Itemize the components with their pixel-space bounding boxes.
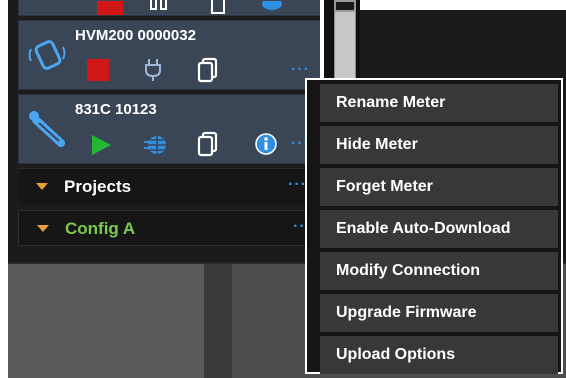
copy-icon[interactable] <box>197 57 219 83</box>
meter-context-menu: Rename Meter Hide Meter Forget Meter Ena… <box>305 78 563 374</box>
globe-icon[interactable] <box>143 133 169 157</box>
plug-icon[interactable] <box>149 0 171 15</box>
meter-card-partial[interactable] <box>18 0 320 16</box>
menu-item-modify-connection[interactable]: Modify Connection <box>320 252 558 290</box>
globe-icon[interactable] <box>261 1 283 15</box>
menu-item-forget-meter[interactable]: Forget Meter <box>320 168 558 206</box>
tree-item-label: Config A <box>65 219 136 238</box>
caret-down-icon[interactable] <box>37 225 49 232</box>
stop-icon[interactable] <box>87 59 109 81</box>
meter-card-hvm200[interactable]: HVM200 0000032 ··· <box>18 20 320 90</box>
play-icon[interactable] <box>89 133 113 157</box>
bottom-panel-left <box>8 262 204 378</box>
tree-item-config-a[interactable]: Config A ··· <box>18 210 318 246</box>
tree-item-projects[interactable]: Projects ··· <box>18 168 318 204</box>
bottom-panel-divider <box>204 262 232 378</box>
menu-item-upgrade-firmware[interactable]: Upgrade Firmware <box>320 294 558 332</box>
menu-item-enable-auto-download[interactable]: Enable Auto-Download <box>320 210 558 248</box>
meter-name: 831C 10123 <box>75 101 157 118</box>
scrollbar-cap <box>334 0 356 12</box>
menu-item-upload-options[interactable]: Upload Options <box>320 336 558 374</box>
menu-item-rename-meter[interactable]: Rename Meter <box>320 84 558 122</box>
meter-list-panel: HVM200 0000032 ··· 831C 10123 ··· Projec… <box>8 0 320 262</box>
sound-level-meter-icon <box>29 111 65 147</box>
plug-icon[interactable] <box>143 57 167 83</box>
menu-item-hide-meter[interactable]: Hide Meter <box>320 126 558 164</box>
vibration-meter-icon <box>28 40 66 70</box>
tree-item-label: Projects <box>64 177 132 196</box>
meter-card-831c[interactable]: 831C 10123 ··· <box>18 94 320 164</box>
stop-icon[interactable] <box>97 1 123 15</box>
caret-down-icon[interactable] <box>36 183 48 190</box>
meter-name: HVM200 0000032 <box>75 27 196 44</box>
more-options-dots[interactable]: ··· <box>291 61 310 79</box>
copy-icon[interactable] <box>209 0 227 15</box>
info-icon[interactable] <box>255 133 277 155</box>
copy-icon[interactable] <box>197 131 219 157</box>
